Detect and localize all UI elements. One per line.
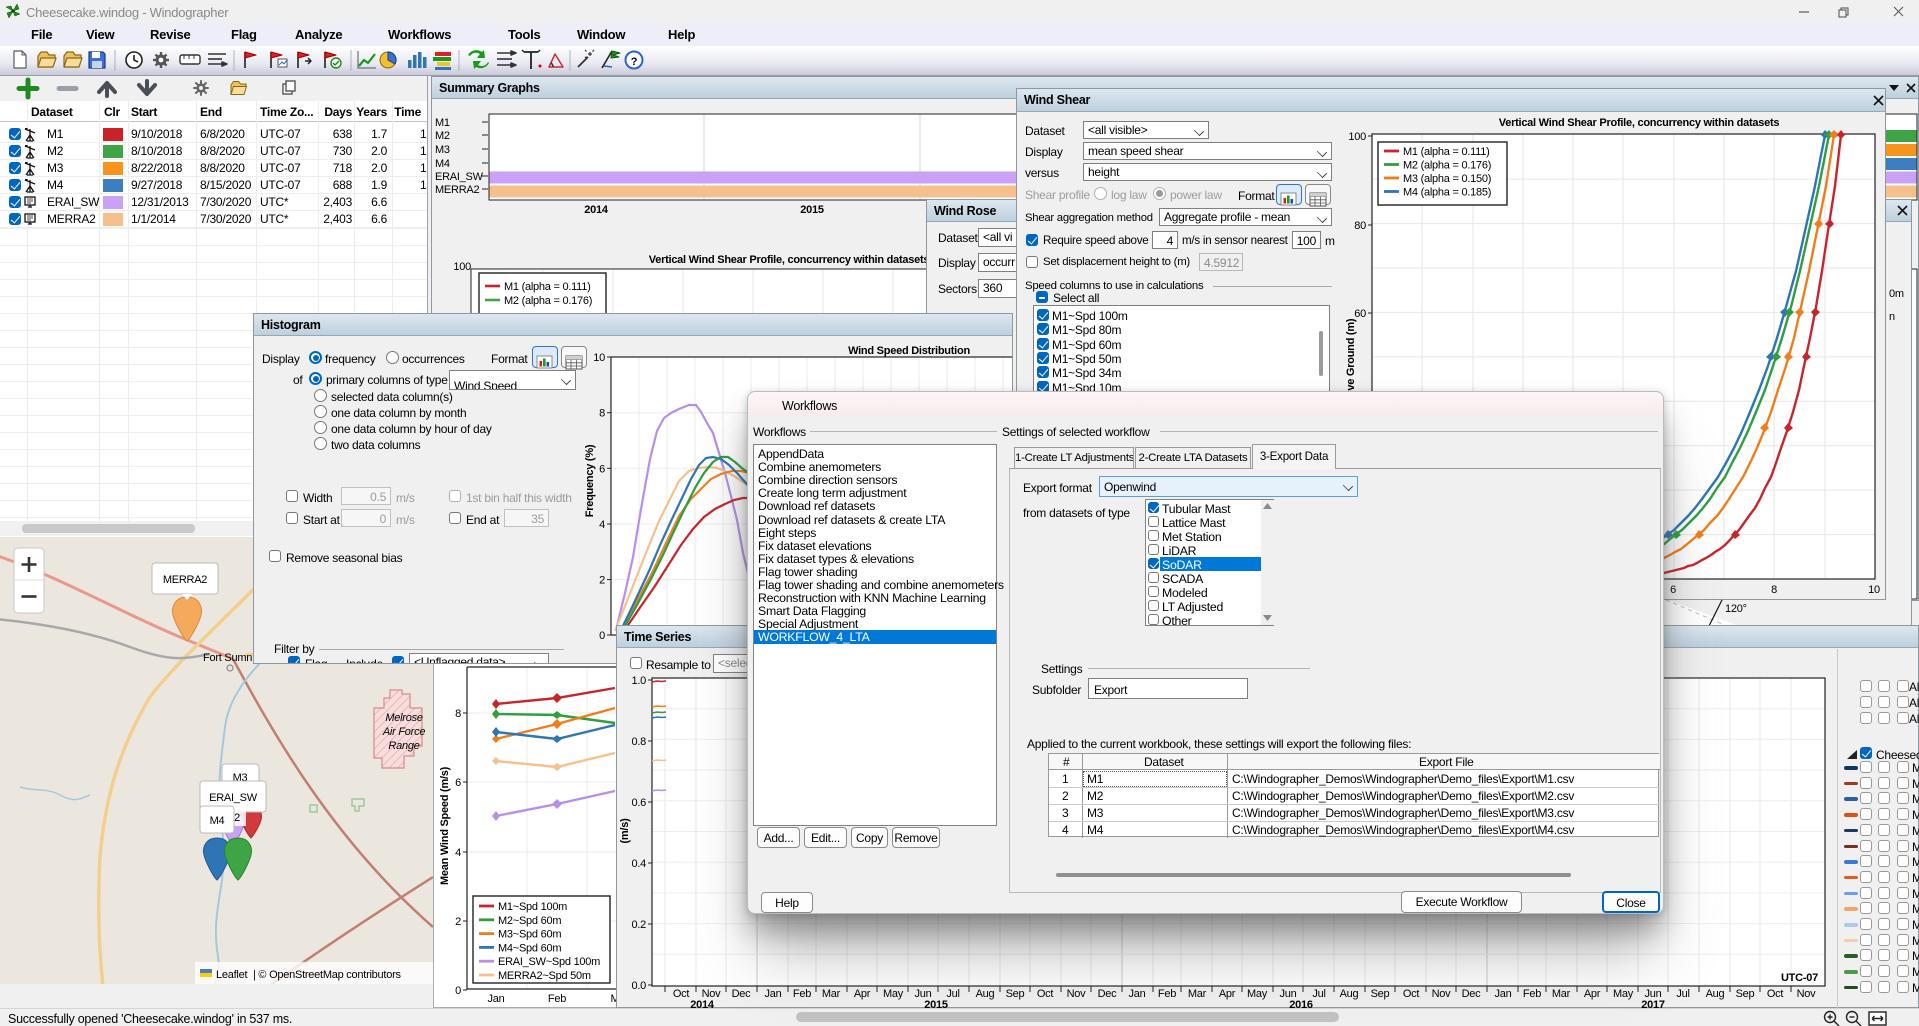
svg-text:M4~Spd 60m: M4~Spd 60m xyxy=(498,942,561,954)
svg-text:Aug: Aug xyxy=(976,988,995,1000)
svg-text:Jul: Jul xyxy=(1312,988,1325,1000)
svg-text:0.0: 0.0 xyxy=(631,980,646,992)
svg-text:6: 6 xyxy=(455,777,461,789)
svg-text:MERRA2: MERRA2 xyxy=(163,574,207,586)
svg-text:May: May xyxy=(883,988,904,1000)
svg-text:MERRA2: MERRA2 xyxy=(435,184,479,196)
svg-text:Jan: Jan xyxy=(765,988,782,1000)
svg-text:Jan: Jan xyxy=(488,993,505,1005)
svg-text:0.4: 0.4 xyxy=(631,858,646,870)
svg-text:Frequency (%): Frequency (%) xyxy=(584,444,596,517)
svg-text:Feb: Feb xyxy=(1523,988,1541,1000)
svg-text:M4: M4 xyxy=(435,158,450,170)
svg-text:M2 (alpha = 0.176): M2 (alpha = 0.176) xyxy=(504,295,592,307)
svg-text:ERAI_SW~Spd 100m: ERAI_SW~Spd 100m xyxy=(498,956,600,968)
svg-text:Dec: Dec xyxy=(1462,988,1482,1000)
svg-text:M3~Spd 60m: M3~Spd 60m xyxy=(498,929,561,941)
svg-text:| © OpenStreetMap contributors: | © OpenStreetMap contributors xyxy=(253,969,402,981)
svg-text:Apr: Apr xyxy=(1219,988,1236,1000)
svg-text:0: 0 xyxy=(455,985,461,997)
svg-text:MERRA2~Spd 50m: MERRA2~Spd 50m xyxy=(498,970,591,982)
svg-text:Jul: Jul xyxy=(946,988,959,1000)
svg-text:100: 100 xyxy=(453,261,471,273)
svg-text:60: 60 xyxy=(1354,308,1366,320)
svg-text:4: 4 xyxy=(455,847,461,859)
svg-text:Aug: Aug xyxy=(1340,988,1359,1000)
svg-text:Fort Sumn: Fort Sumn xyxy=(203,652,252,664)
svg-text:Jan: Jan xyxy=(1495,988,1512,1000)
svg-text:2015: 2015 xyxy=(800,204,824,216)
svg-text:Apr: Apr xyxy=(854,988,871,1000)
svg-text:Dec: Dec xyxy=(1098,988,1118,1000)
svg-text:100: 100 xyxy=(1348,131,1366,143)
svg-text:Oct: Oct xyxy=(1767,988,1784,1000)
svg-text:M3: M3 xyxy=(435,144,450,156)
svg-text:Jan: Jan xyxy=(1129,988,1146,1000)
svg-text:M1 (alpha = 0.111): M1 (alpha = 0.111) xyxy=(504,281,591,293)
svg-text:2014: 2014 xyxy=(584,204,609,216)
svg-text:Jul: Jul xyxy=(1676,988,1689,1000)
svg-text:Aug: Aug xyxy=(1706,988,1725,1000)
svg-text:Range: Range xyxy=(388,740,419,752)
svg-text:0: 0 xyxy=(599,630,605,642)
svg-text:Melrose: Melrose xyxy=(385,712,423,724)
svg-text:Mar: Mar xyxy=(1188,988,1207,1000)
svg-text:(m/s): (m/s) xyxy=(619,818,631,844)
svg-text:Feb: Feb xyxy=(548,993,566,1005)
svg-text:2: 2 xyxy=(234,812,240,824)
svg-text:Leaflet: Leaflet xyxy=(216,969,247,981)
svg-text:Wind Speed Distribution: Wind Speed Distribution xyxy=(848,345,970,357)
svg-text:1.0: 1.0 xyxy=(631,675,646,687)
svg-text:10: 10 xyxy=(593,352,605,364)
svg-text:Mean Wind Speed (m/s): Mean Wind Speed (m/s) xyxy=(439,766,451,885)
svg-text:0.8: 0.8 xyxy=(631,736,646,748)
svg-text:M4: M4 xyxy=(210,815,225,827)
svg-text:8: 8 xyxy=(1771,584,1777,596)
svg-text:Vertical Wind Shear Profile, c: Vertical Wind Shear Profile, concurrency… xyxy=(1499,117,1780,129)
svg-text:M2: M2 xyxy=(435,130,450,142)
svg-text:M2 (alpha = 0.176): M2 (alpha = 0.176) xyxy=(1403,160,1491,172)
svg-text:M3 (alpha = 0.150): M3 (alpha = 0.150) xyxy=(1403,173,1491,185)
svg-text:Air Force: Air Force xyxy=(382,726,426,738)
svg-text:Apr: Apr xyxy=(1584,988,1601,1000)
svg-text:Sep: Sep xyxy=(1371,988,1390,1000)
svg-text:Mar: Mar xyxy=(1552,988,1571,1000)
svg-text:120°: 120° xyxy=(1725,603,1747,615)
svg-text:UTC-07: UTC-07 xyxy=(1781,972,1818,984)
svg-text:Sep: Sep xyxy=(1736,988,1755,1000)
svg-text:Oct: Oct xyxy=(1037,988,1054,1000)
svg-text:2: 2 xyxy=(455,916,461,928)
svg-text:Vertical Wind Shear Profile, c: Vertical Wind Shear Profile, concurrency… xyxy=(649,254,930,266)
svg-text:Sep: Sep xyxy=(1006,988,1025,1000)
svg-text:4: 4 xyxy=(599,519,605,531)
svg-text:ERAI_SW: ERAI_SW xyxy=(435,171,484,183)
svg-text:6: 6 xyxy=(599,463,605,475)
svg-text:Dec: Dec xyxy=(732,988,752,1000)
svg-text:10: 10 xyxy=(1868,584,1880,596)
svg-text:Feb: Feb xyxy=(793,988,811,1000)
svg-text:2: 2 xyxy=(599,575,605,587)
svg-text:May: May xyxy=(1613,988,1634,1000)
svg-text:8: 8 xyxy=(455,708,461,720)
svg-text:0.2: 0.2 xyxy=(631,919,646,931)
svg-text:6: 6 xyxy=(1670,584,1676,596)
svg-text:M4 (alpha = 0.185): M4 (alpha = 0.185) xyxy=(1403,187,1491,199)
svg-text:Nov: Nov xyxy=(1432,988,1452,1000)
svg-text:?: ? xyxy=(631,56,638,68)
svg-text:M2~Spd 60m: M2~Spd 60m xyxy=(498,915,561,927)
svg-text:ERAI_SW: ERAI_SW xyxy=(209,792,258,804)
svg-text:Nov: Nov xyxy=(1067,988,1087,1000)
svg-text:0.6: 0.6 xyxy=(631,797,646,809)
svg-text:Nov: Nov xyxy=(1797,988,1817,1000)
svg-text:80: 80 xyxy=(1354,220,1366,232)
svg-text:Oct: Oct xyxy=(1403,988,1420,1000)
svg-text:Mar: Mar xyxy=(822,988,841,1000)
svg-text:8: 8 xyxy=(599,408,605,420)
svg-text:May: May xyxy=(1247,988,1268,1000)
svg-text:M1 (alpha = 0.111): M1 (alpha = 0.111) xyxy=(1403,146,1490,158)
svg-text:Oct: Oct xyxy=(673,988,690,1000)
svg-text:M1~Spd 100m: M1~Spd 100m xyxy=(498,901,567,913)
svg-text:Feb: Feb xyxy=(1158,988,1176,1000)
svg-text:M1: M1 xyxy=(435,117,450,129)
